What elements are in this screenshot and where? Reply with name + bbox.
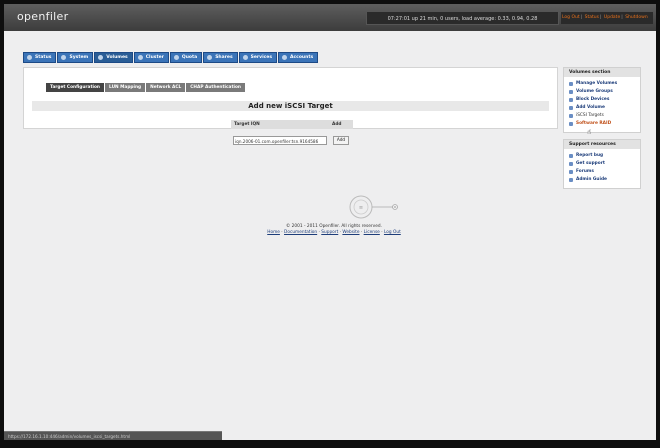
- target-iqn-header: Target IQN: [234, 122, 260, 127]
- target-iqn-input[interactable]: iqn.2006-01.com.openfiler:tsn.9164586: [233, 136, 327, 145]
- services-icon: [242, 55, 248, 60]
- sidebar-item-label: Forums: [576, 169, 594, 174]
- shutdown-link[interactable]: Shutdown: [625, 15, 647, 20]
- sidebar-item-add-volume[interactable]: Add Volume: [569, 104, 640, 112]
- page-footer: © 2001 - 2011 Openfiler. All rights rese…: [224, 224, 444, 236]
- panel-title: Volumes section: [564, 68, 640, 77]
- form-header-row: Target IQN Add: [231, 120, 353, 129]
- footer-link-logout[interactable]: Log Out: [384, 230, 401, 235]
- header-links: Log Out| Status| Update| Shutdown: [561, 12, 653, 24]
- raid-icon: [569, 122, 573, 126]
- openfiler-logo[interactable]: openfiler: [17, 10, 68, 23]
- tab-services[interactable]: Services: [238, 52, 278, 63]
- sidebar-item-admin-guide[interactable]: Admin Guide: [569, 176, 640, 184]
- add-target-form: Target IQN Add iqn.2006-01.com.openfiler…: [231, 120, 353, 150]
- footer-link-home[interactable]: Home: [267, 230, 280, 235]
- sidebar-item-forums[interactable]: Forums: [569, 168, 640, 176]
- sidebar-item-report-bug[interactable]: Report bug: [569, 152, 640, 160]
- tab-cluster[interactable]: Cluster: [133, 52, 169, 63]
- accounts-icon: [282, 55, 288, 60]
- openfiler-footer-logo: ≡: [349, 195, 398, 219]
- volume-icon: [569, 82, 573, 86]
- quota-icon: [173, 55, 179, 60]
- status-link[interactable]: Status: [585, 15, 599, 20]
- sidebar-item-get-support[interactable]: Get support: [569, 160, 640, 168]
- sidebar-item-label: Admin Guide: [576, 177, 607, 182]
- footer-link-license[interactable]: License: [364, 230, 380, 235]
- tab-label: Volumes: [106, 55, 128, 60]
- sidebar-item-volume-groups[interactable]: Volume Groups: [569, 88, 640, 96]
- browser-viewport: openfiler 07:27:01 up 21 min, 0 users, l…: [4, 4, 656, 440]
- tab-label: Services: [250, 55, 273, 60]
- logout-link[interactable]: Log Out: [562, 15, 580, 20]
- cluster-icon: [137, 55, 143, 60]
- subtab-chap-authentication[interactable]: CHAP Authentication: [186, 83, 245, 92]
- subtab-target-configuration[interactable]: Target Configuration: [46, 83, 104, 92]
- tab-system[interactable]: System: [57, 52, 94, 63]
- iscsi-target-icon: [569, 114, 573, 118]
- tab-label: System: [69, 55, 89, 60]
- support-resources-panel: Support resources Report bug Get support…: [563, 139, 641, 189]
- mouse-pointer-icon: ☝: [587, 128, 592, 136]
- tab-label: Status: [35, 55, 52, 60]
- tab-accounts[interactable]: Accounts: [278, 52, 319, 63]
- sidebar-item-label: Block Devices: [576, 97, 610, 102]
- add-volume-icon: [569, 106, 573, 110]
- status-icon: [27, 55, 32, 60]
- sidebar-item-label: Volume Groups: [576, 89, 613, 94]
- add-header: Add: [332, 122, 342, 127]
- footer-link-support[interactable]: Support: [321, 230, 338, 235]
- forum-icon: [569, 170, 573, 174]
- main-content-panel: Target Configuration LUN Mapping Network…: [23, 67, 558, 145]
- volumes-section-panel: Volumes section Manage Volumes Volume Gr…: [563, 67, 641, 133]
- uptime-status: 07:27:01 up 21 min, 0 users, load averag…: [366, 11, 559, 25]
- sidebar-item-label: Get support: [576, 161, 605, 166]
- footer-link-documentation[interactable]: Documentation: [284, 230, 317, 235]
- block-device-icon: [569, 98, 573, 102]
- sidebar-item-software-raid[interactable]: Software RAID: [569, 120, 640, 128]
- section-title: Add new iSCSI Target: [32, 101, 549, 111]
- browser-status-bar: https://172.16.1.10:446/admin/volumes_is…: [4, 431, 222, 440]
- tab-label: Accounts: [290, 55, 314, 60]
- svg-text:≡: ≡: [359, 205, 363, 211]
- sidebar-item-manage-volumes[interactable]: Manage Volumes: [569, 80, 640, 88]
- iscsi-subtabs: Target Configuration LUN Mapping Network…: [46, 83, 246, 92]
- panel-title: Support resources: [564, 140, 640, 149]
- shares-icon: [207, 55, 213, 60]
- sidebar: Volumes section Manage Volumes Volume Gr…: [563, 67, 641, 195]
- tab-shares[interactable]: Shares: [203, 52, 238, 63]
- system-icon: [61, 55, 67, 60]
- tab-quota[interactable]: Quota: [169, 52, 203, 63]
- volumes-icon: [98, 55, 104, 60]
- sidebar-item-block-devices[interactable]: Block Devices: [569, 96, 640, 104]
- header-bar: openfiler 07:27:01 up 21 min, 0 users, l…: [4, 4, 656, 31]
- tab-label: Shares: [215, 55, 233, 60]
- footer-links: Home · Documentation · Support · Website…: [267, 230, 401, 235]
- main-nav-tabs: Status System Volumes Cluster Quota Shar…: [23, 52, 319, 63]
- update-link[interactable]: Update: [604, 15, 620, 20]
- volume-group-icon: [569, 90, 573, 94]
- add-target-button[interactable]: Add: [333, 136, 349, 145]
- support-icon: [569, 162, 573, 166]
- tab-volumes[interactable]: Volumes: [94, 52, 133, 63]
- subtab-lun-mapping[interactable]: LUN Mapping: [104, 83, 146, 92]
- footer-link-website[interactable]: Website: [342, 230, 359, 235]
- tab-label: Quota: [181, 55, 198, 60]
- sidebar-item-label: Add Volume: [576, 105, 605, 110]
- guide-icon: [569, 178, 573, 182]
- sidebar-item-label: Report bug: [576, 153, 604, 158]
- sidebar-item-iscsi-targets[interactable]: iSCSI Targets: [569, 112, 640, 120]
- bug-icon: [569, 154, 573, 158]
- subtab-network-acl[interactable]: Network ACL: [146, 83, 186, 92]
- sidebar-item-label: iSCSI Targets: [576, 113, 604, 118]
- tab-label: Cluster: [145, 55, 164, 60]
- sidebar-item-label: Manage Volumes: [576, 81, 618, 86]
- sidebar-item-label: Software RAID: [576, 121, 612, 126]
- tab-status[interactable]: Status: [23, 52, 57, 63]
